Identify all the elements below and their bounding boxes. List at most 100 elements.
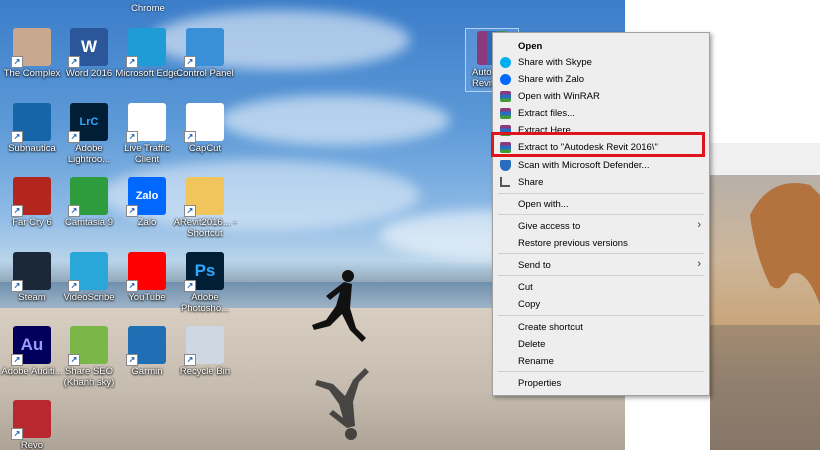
shortcut-arrow-icon: ↗ (126, 56, 138, 68)
desktop-icon-recycle-bin[interactable]: ↗ Recycle Bin (173, 326, 237, 377)
desktop-icon-label: Garmin (131, 366, 163, 377)
desktop-icon-label: Word 2016 (65, 68, 113, 79)
desktop-icon-label: Steam (18, 292, 46, 303)
menu-item-label: Restore previous versions (518, 238, 628, 249)
chevron-right-icon: › (697, 258, 701, 270)
desktop-icon-folder[interactable]: ↗ ARevit2016... - Shortcut (173, 177, 237, 239)
desktop-icon-edge[interactable]: ↗ Microsoft Edge (115, 28, 179, 79)
desktop-icon-label: Far Cry 6 (12, 217, 52, 228)
shortcut-arrow-icon: ↗ (11, 56, 23, 68)
shortcut-arrow-icon: ↗ (11, 205, 23, 217)
menu-item-label: Share (518, 177, 544, 188)
skype-icon (500, 57, 511, 68)
desktop-icon-videoscribe[interactable]: ↗ VideoScribe (57, 252, 121, 303)
desktop-icon-label: Live Traffic Client (124, 143, 170, 165)
shortcut-arrow-icon: ↗ (184, 56, 196, 68)
desktop-icon-label: Adobe Photosho... (180, 292, 230, 314)
desktop-icon-label: Subnautica (8, 143, 56, 154)
desktop-icon-capcut[interactable]: ↗ CapCut (173, 103, 237, 154)
word-icon: W ↗ (68, 28, 108, 68)
menu-item-label: Share with Skype (518, 57, 592, 68)
desktop-icon-control-panel[interactable]: ↗ Control Panel (173, 28, 237, 79)
far-cry-icon: ↗ (11, 177, 51, 217)
menu-item-scan-with-microsoft-defender[interactable]: Scan with Microsoft Defender... (493, 157, 709, 174)
menu-item-give-access-to[interactable]: Give access to › (493, 218, 709, 235)
menu-item-share[interactable]: Share (493, 174, 709, 191)
menu-item-send-to[interactable]: Send to › (493, 257, 709, 274)
chevron-right-icon: › (697, 219, 701, 231)
menu-item-rename[interactable]: Rename (493, 353, 709, 370)
runner-reflection (315, 368, 369, 440)
menu-item-label: Create shortcut (518, 322, 583, 333)
zalo-icon (500, 74, 511, 85)
revo-icon: ↗ (11, 400, 51, 440)
menu-item-share-with-zalo[interactable]: Share with Zalo (493, 71, 709, 88)
menu-item-open[interactable]: Open (493, 38, 709, 55)
icon-glyph: Au (20, 335, 44, 354)
desktop-icon-label: CapCut (188, 143, 222, 154)
desktop-icon-subnautica[interactable]: ↗ Subnautica (0, 103, 64, 154)
photoshop-icon: Ps ↗ (184, 252, 224, 292)
desktop-icon-label: Recycle Bin (179, 366, 231, 377)
folder-icon: ↗ (184, 177, 224, 217)
desktop-icon-person-photo[interactable]: ↗ The Complex (0, 28, 64, 79)
menu-item-label: Delete (518, 339, 546, 350)
videoscribe-icon: ↗ (68, 252, 108, 292)
desktop-icon-lightroom[interactable]: LrC ↗ Adobe Lightroo... (57, 103, 121, 165)
camtasia-icon: ↗ (68, 177, 108, 217)
share-icon (500, 177, 510, 187)
traffic-chart-icon: ↗ (126, 103, 166, 143)
menu-item-create-shortcut[interactable]: Create shortcut (493, 319, 709, 336)
shortcut-arrow-icon: ↗ (184, 205, 196, 217)
menu-item-restore-previous-versions[interactable]: Restore previous versions (493, 235, 709, 252)
lightroom-icon: LrC ↗ (68, 103, 108, 143)
desktop-icon-revo[interactable]: ↗ Revo (0, 400, 64, 450)
desktop-icon-label: Adobe Auditi... (1, 366, 63, 377)
menu-item-share-with-skype[interactable]: Share with Skype (493, 54, 709, 71)
shortcut-arrow-icon: ↗ (68, 280, 80, 292)
desktop-icon-camtasia[interactable]: ↗ Camtasia 9 (57, 177, 121, 228)
menu-separator (498, 193, 704, 194)
menu-separator (498, 371, 704, 372)
menu-item-properties[interactable]: Properties (493, 375, 709, 392)
desktop-icon-label: YouTube (128, 292, 166, 303)
shortcut-arrow-icon: ↗ (68, 56, 80, 68)
desktop-icon-steam[interactable]: ↗ Steam (0, 252, 64, 303)
capcut-icon: ↗ (184, 103, 224, 143)
desktop-icon-audition[interactable]: Au ↗ Adobe Auditi... (0, 326, 64, 377)
zalo-icon: Zalo ↗ (126, 177, 166, 217)
menu-item-label: Send to (518, 260, 551, 271)
desktop-icon-label: Adobe Lightroo... (67, 143, 111, 165)
menu-separator (498, 214, 704, 215)
recycle-bin-icon: ↗ (184, 326, 224, 366)
desktop-icon-far-cry[interactable]: ↗ Far Cry 6 (0, 177, 64, 228)
menu-item-open-with[interactable]: Open with... (493, 196, 709, 213)
menu-item-label: Open (518, 41, 543, 52)
menu-item-copy[interactable]: Copy (493, 296, 709, 313)
control-panel-icon: ↗ (184, 28, 224, 68)
desktop-icon-zalo[interactable]: Zalo ↗ Zalo (115, 177, 179, 228)
desktop-icon-garmin[interactable]: ↗ Garmin (115, 326, 179, 377)
menu-separator (498, 275, 704, 276)
shortcut-arrow-icon: ↗ (184, 131, 196, 143)
desktop-icon-share-seo[interactable]: ↗ Share SEO (Khanh sky) (57, 326, 121, 388)
desktop-icon-traffic-chart[interactable]: ↗ Live Traffic Client (115, 103, 179, 165)
desktop-icon-label: Camtasia 9 (64, 217, 114, 228)
desktop-icon-word[interactable]: W ↗ Word 2016 (57, 28, 121, 79)
shortcut-arrow-icon: ↗ (184, 354, 196, 366)
menu-item-extract-files[interactable]: Extract files... (493, 105, 709, 122)
shortcut-arrow-icon: ↗ (126, 280, 138, 292)
desktop-icon-label: Control Panel (176, 68, 234, 79)
menu-item-label: Rename (518, 356, 554, 367)
menu-item-label: Give access to (518, 221, 581, 232)
audition-icon: Au ↗ (11, 326, 51, 366)
shortcut-arrow-icon: ↗ (68, 131, 80, 143)
menu-item-cut[interactable]: Cut (493, 279, 709, 296)
desktop-icon-photoshop[interactable]: Ps ↗ Adobe Photosho... (173, 252, 237, 314)
menu-separator (498, 315, 704, 316)
menu-item-delete[interactable]: Delete (493, 336, 709, 353)
shortcut-arrow-icon: ↗ (11, 354, 23, 366)
shortcut-arrow-icon: ↗ (184, 280, 196, 292)
desktop-icon-youtube[interactable]: ↗ YouTube (115, 252, 179, 303)
menu-item-open-with-winrar[interactable]: Open with WinRAR (493, 88, 709, 105)
